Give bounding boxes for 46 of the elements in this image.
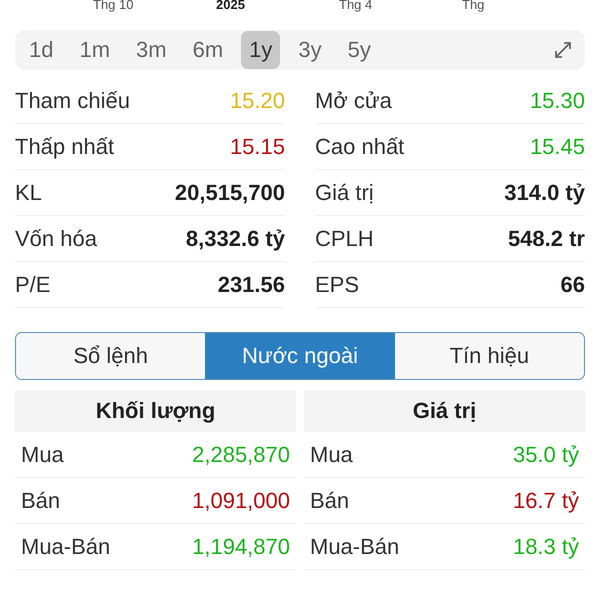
stat-value: 231.56 (218, 272, 285, 298)
range-tab[interactable]: 1d (21, 31, 62, 69)
row-value: 1,091,000 (192, 488, 290, 514)
stat-value: 20,515,700 (174, 180, 285, 206)
stat-value: 15.45 (530, 134, 585, 160)
stat-label: Thấp nhất (15, 134, 114, 160)
row-label: Bán (310, 488, 350, 514)
range-tab[interactable]: 6m (184, 31, 232, 69)
stat-label: P/E (15, 272, 50, 298)
stat-value: 15.15 (230, 134, 285, 160)
stat-label: CPLH (315, 226, 374, 252)
stat-value: 548.2 tr (508, 226, 585, 252)
stat-label: Cao nhất (315, 134, 404, 160)
row-label: Bán (21, 488, 60, 514)
axis-label: 2025 (216, 0, 246, 10)
row-value: 1,194,870 (192, 534, 290, 560)
range-tab[interactable]: 1y (241, 31, 280, 69)
section-tab[interactable]: Nước ngoài (205, 333, 395, 379)
range-tab[interactable]: 3y (290, 31, 330, 69)
section-tab[interactable]: Sổ lệnh (16, 333, 206, 379)
range-tab[interactable]: 1m (71, 31, 118, 69)
row-value: 2,285,870 (192, 442, 290, 468)
range-tab[interactable]: 5y (340, 31, 379, 69)
row-label: Mua-Bán (21, 534, 110, 560)
stat-label: Vốn hóa (15, 226, 97, 252)
row-value: 35.0 tỷ (512, 442, 579, 468)
stat-label: Mở cửa (315, 88, 392, 114)
row-label: Mua-Bán (310, 534, 400, 560)
stat-label: EPS (315, 272, 360, 298)
section-tab[interactable]: Tín hiệu (394, 333, 584, 379)
stat-value: 15.30 (530, 88, 585, 114)
stat-label: KL (15, 180, 42, 206)
stat-value: 314.0 tỷ (504, 180, 585, 206)
stat-label: Tham chiếu (15, 88, 130, 114)
row-label: Mua (21, 442, 64, 468)
row-value: 18.3 tỷ (512, 534, 579, 560)
stat-value: 8,332.6 tỷ (186, 226, 285, 252)
row-label: Mua (310, 442, 353, 468)
column-header: Khối lượng (15, 390, 296, 432)
range-tab[interactable]: 3m (128, 31, 175, 69)
stat-value: 66 (560, 272, 585, 298)
stat-label: Giá trị (315, 180, 374, 206)
row-value: 16.7 tỷ (512, 488, 579, 514)
stat-value: 15.20 (230, 88, 285, 114)
expand-icon[interactable] (553, 40, 573, 60)
column-header: Giá trị (304, 390, 585, 432)
